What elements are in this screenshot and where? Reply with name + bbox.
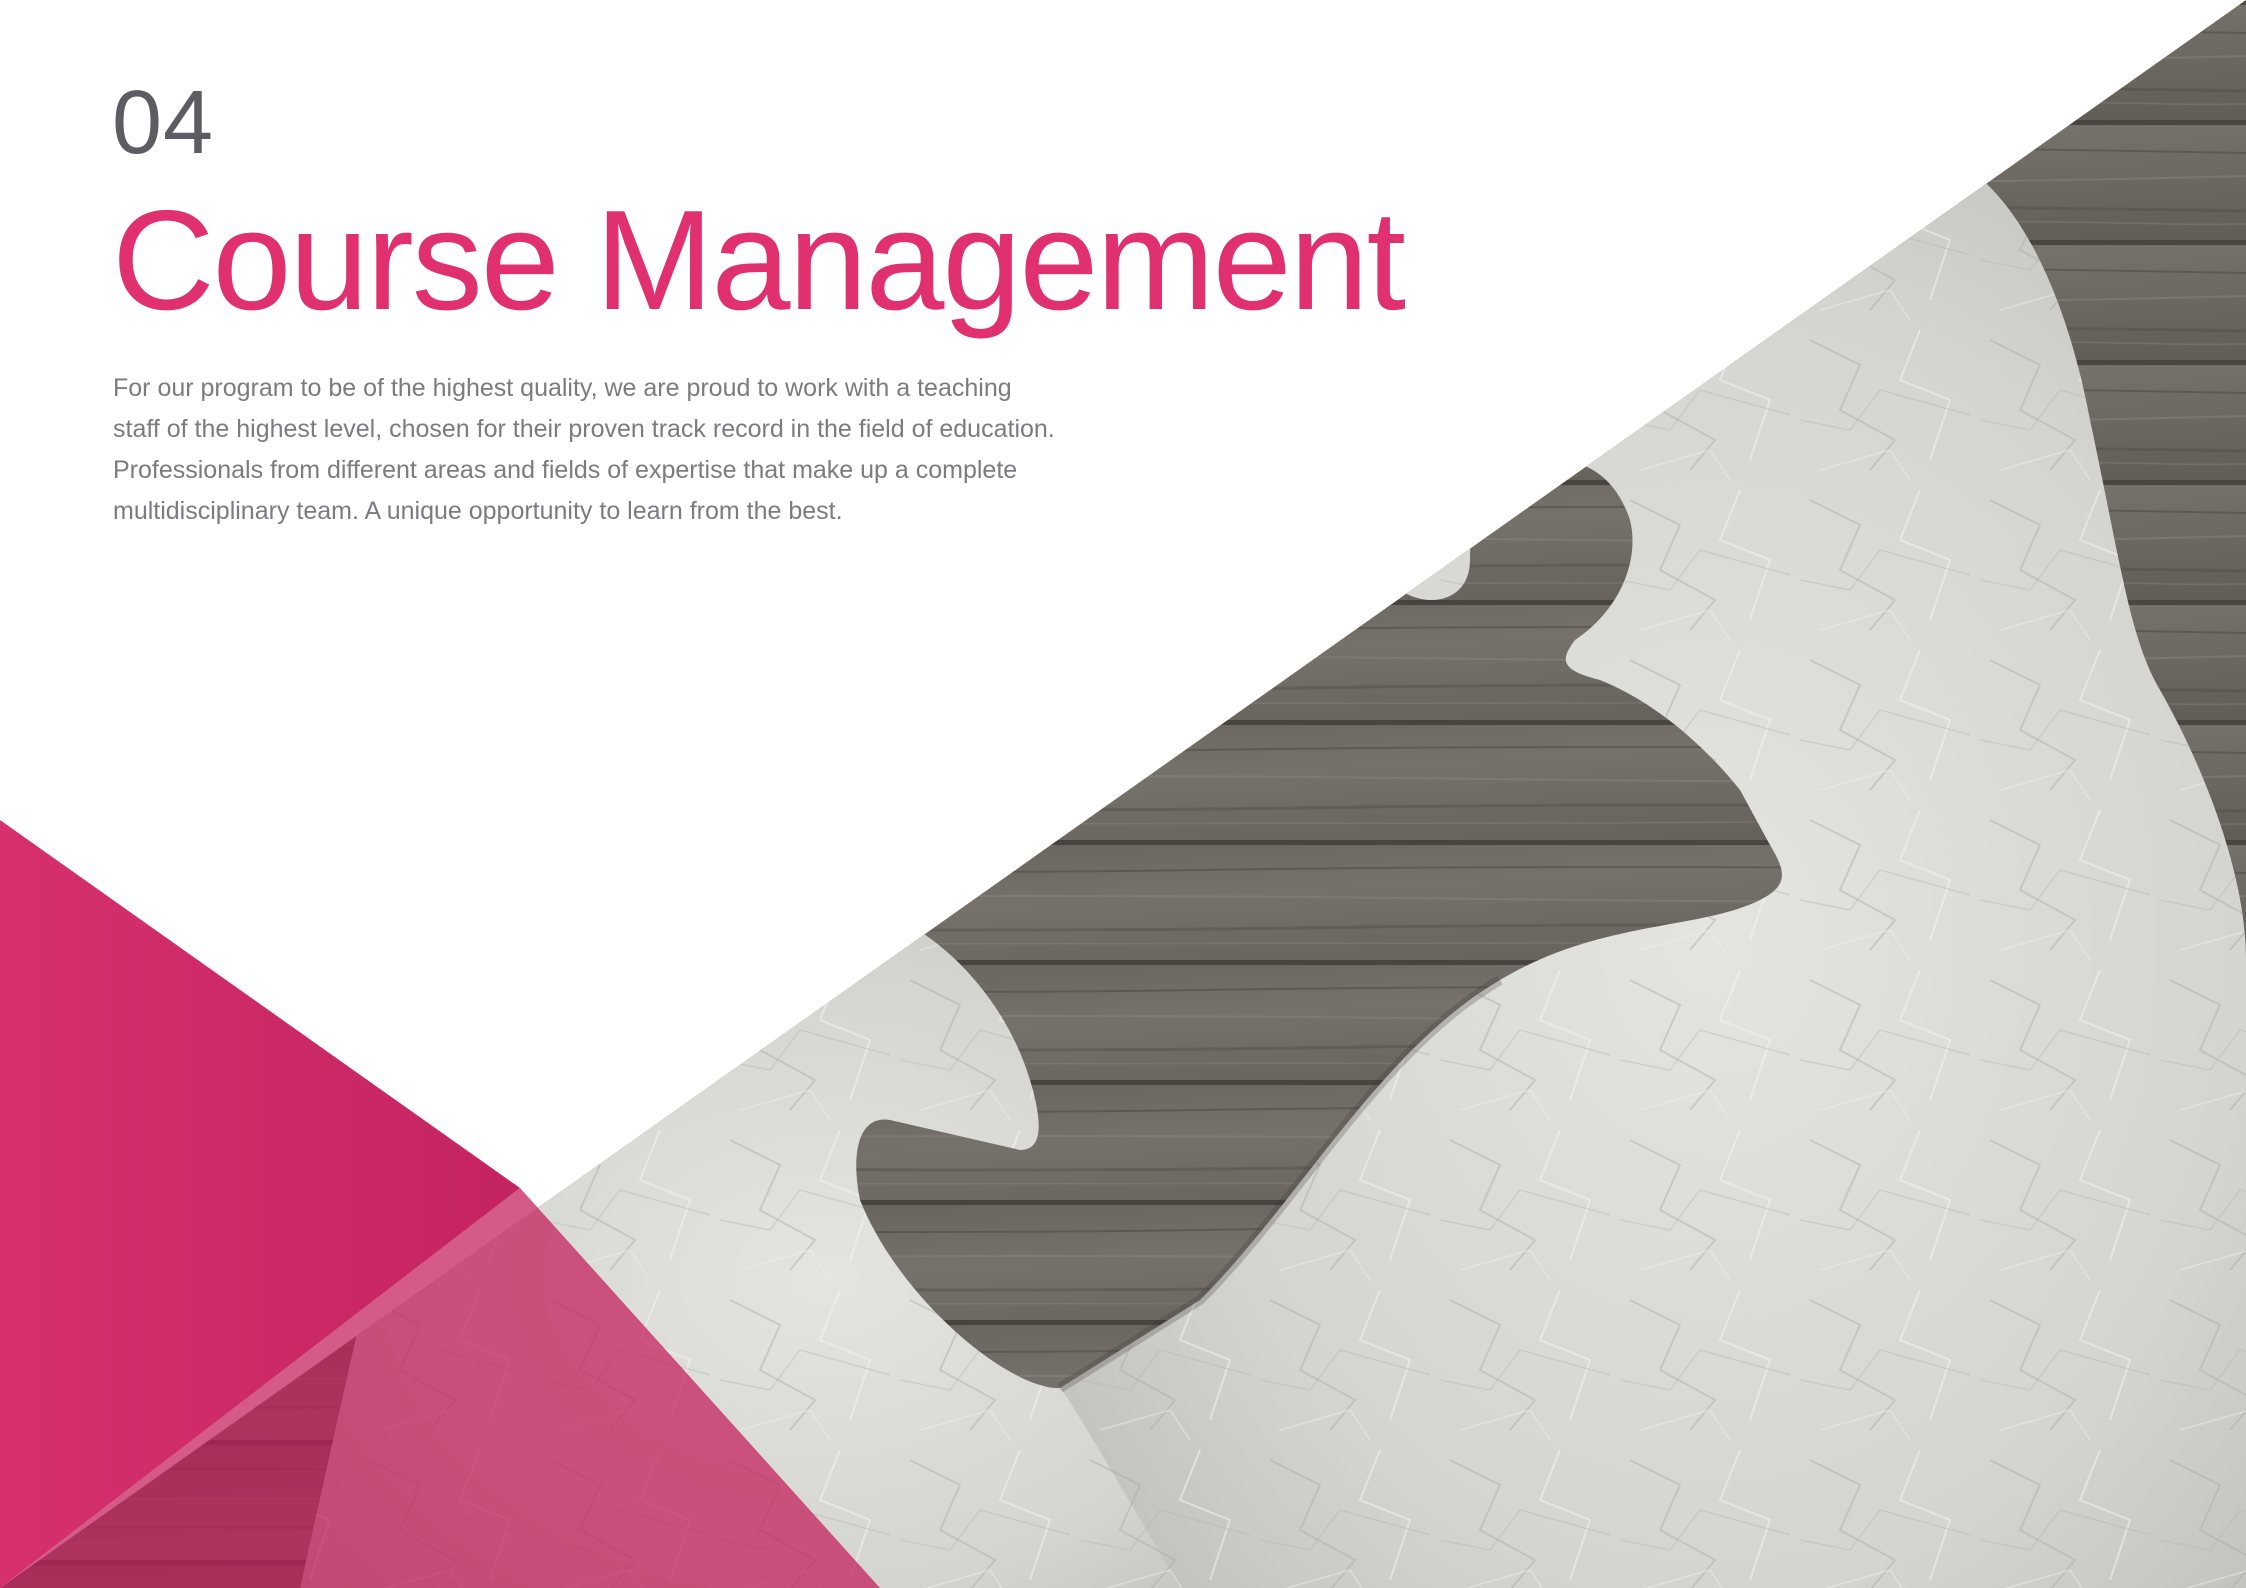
brochure-page: 04 Course Management For our program to … [0, 0, 2246, 1588]
section-number: 04 [112, 73, 215, 173]
intro-line: Professionals from different areas and f… [113, 456, 1018, 484]
intro-line: For our program to be of the highest qua… [113, 374, 1012, 402]
intro-line: staff of the highest level, chosen for t… [113, 415, 1055, 443]
page-title: Course Management [112, 181, 1406, 340]
intro-paragraph: For our program to be of the highest qua… [113, 368, 1123, 532]
intro-line: multidisciplinary team. A unique opportu… [113, 497, 843, 525]
